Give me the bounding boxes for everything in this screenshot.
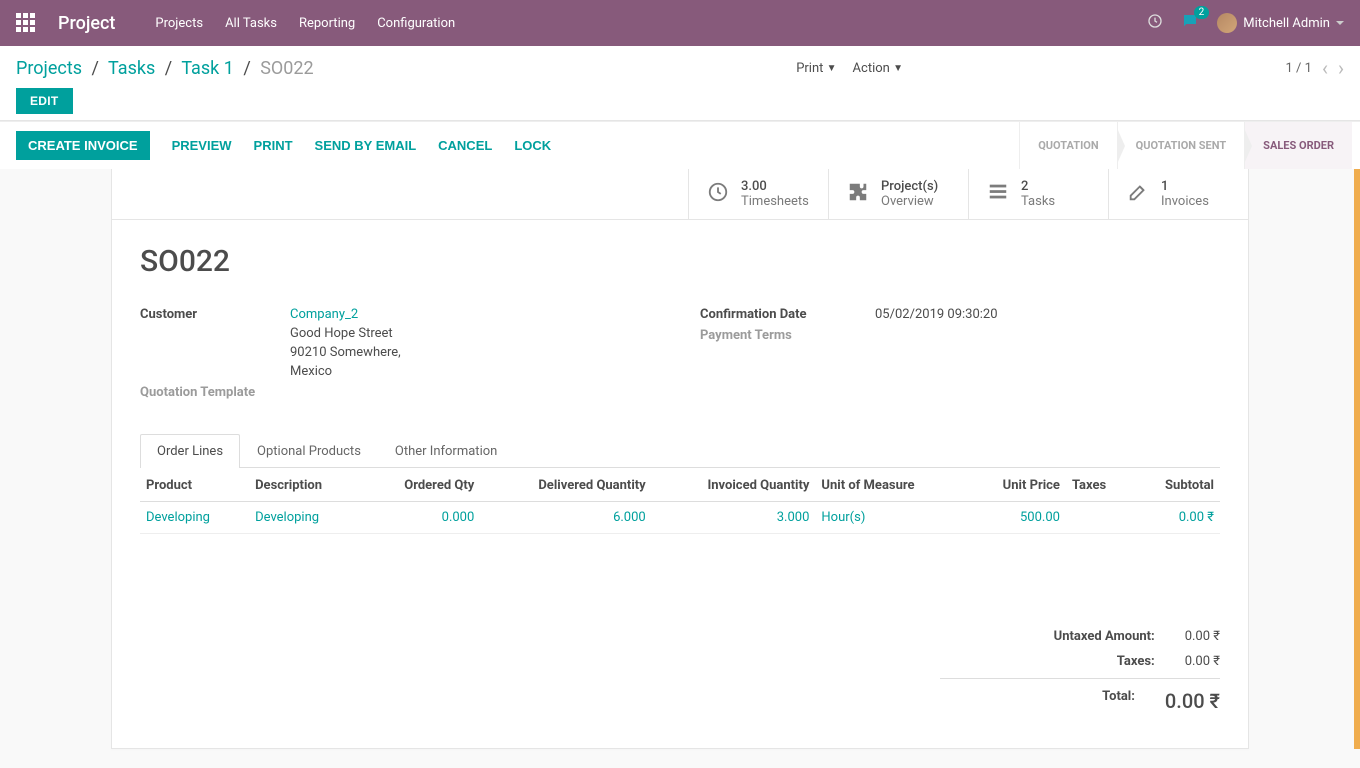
top-navbar: Project Projects All Tasks Reporting Con… [0, 0, 1360, 46]
table-row[interactable]: Developing Developing 0.000 6.000 3.000 … [140, 502, 1220, 534]
taxes-value: 0.00 ₹ [1185, 654, 1220, 669]
pager-next-icon[interactable]: › [1338, 56, 1344, 80]
cell-ordered-qty: 0.000 [362, 502, 480, 534]
tab-other-information[interactable]: Other Information [378, 434, 514, 468]
record-title: SO022 [140, 244, 1220, 279]
cell-description: Developing [249, 502, 362, 534]
breadcrumb-tasks[interactable]: Tasks [108, 58, 155, 79]
cell-invoiced-qty: 3.000 [652, 502, 816, 534]
action-row: CREATE INVOICE PREVIEW PRINT SEND BY EMA… [0, 121, 1360, 169]
stat-timesheets[interactable]: 3.00Timesheets [688, 169, 828, 219]
col-description: Description [249, 468, 362, 502]
cell-taxes [1066, 502, 1132, 534]
puzzle-icon [847, 181, 869, 207]
payment-terms-label: Payment Terms [700, 328, 875, 343]
stat-buttons: 3.00Timesheets Project(s)Overview 2Tasks… [112, 169, 1248, 220]
confirmation-date-label: Confirmation Date [700, 307, 875, 322]
apps-icon[interactable] [16, 13, 36, 33]
breadcrumb-active: SO022 [260, 58, 313, 79]
send-by-email-button[interactable]: SEND BY EMAIL [315, 138, 417, 153]
cell-uom: Hour(s) [815, 502, 966, 534]
customer-address-line3: Mexico [290, 364, 332, 379]
total-label: Total: [940, 689, 1135, 713]
status-sales-order[interactable]: SALES ORDER [1244, 122, 1352, 169]
pencil-square-icon [1127, 181, 1149, 207]
preview-button[interactable]: PREVIEW [172, 138, 232, 153]
order-lines-table: Product Description Ordered Qty Delivere… [140, 468, 1220, 534]
pager-prev-icon[interactable]: ‹ [1322, 56, 1328, 80]
col-invoiced-qty: Invoiced Quantity [652, 468, 816, 502]
chevron-down-icon [1336, 21, 1344, 25]
chatter-indicator[interactable] [1354, 169, 1360, 749]
nav-menu-projects[interactable]: Projects [155, 16, 203, 31]
avatar [1217, 13, 1237, 33]
col-uom: Unit of Measure [815, 468, 966, 502]
breadcrumb-task-1[interactable]: Task 1 [181, 58, 234, 79]
taxes-label: Taxes: [940, 654, 1155, 669]
clock-icon[interactable] [1147, 13, 1163, 33]
col-subtotal: Subtotal [1132, 468, 1220, 502]
user-name: Mitchell Admin [1243, 16, 1330, 31]
print-dropdown[interactable]: Print ▼ [796, 61, 836, 76]
col-delivered-qty: Delivered Quantity [480, 468, 651, 502]
table-header-row: Product Description Ordered Qty Delivere… [140, 468, 1220, 502]
cancel-button[interactable]: CANCEL [438, 138, 492, 153]
customer-address-line2: 90210 Somewhere, [290, 345, 401, 360]
lock-button[interactable]: LOCK [514, 138, 551, 153]
stat-projects[interactable]: Project(s)Overview [828, 169, 968, 219]
tasks-icon [987, 181, 1009, 207]
action-dropdown[interactable]: Action ▼ [853, 61, 903, 76]
col-product: Product [140, 468, 249, 502]
customer-address-line1: Good Hope Street [290, 326, 393, 341]
status-bar: QUOTATION QUOTATION SENT SALES ORDER [1019, 122, 1352, 169]
sheet-background: 3.00Timesheets Project(s)Overview 2Tasks… [0, 169, 1360, 749]
cell-unit-price: 500.00 [966, 502, 1066, 534]
control-panel: Projects / Tasks / Task 1 / SO022 Print … [0, 46, 1360, 121]
customer-link[interactable]: Company_2 [290, 307, 358, 322]
col-unit-price: Unit Price [966, 468, 1066, 502]
pager: 1 / 1 [1286, 61, 1312, 76]
notebook-tabs: Order Lines Optional Products Other Info… [140, 434, 1220, 468]
breadcrumb-projects[interactable]: Projects [16, 58, 82, 79]
conversations-icon[interactable]: 2 [1181, 12, 1199, 34]
quotation-template-label: Quotation Template [140, 385, 290, 400]
nav-menu-reporting[interactable]: Reporting [299, 16, 355, 31]
clock-icon [707, 181, 729, 207]
tab-order-lines[interactable]: Order Lines [140, 434, 240, 468]
totals: Untaxed Amount: 0.00 ₹ Taxes: 0.00 ₹ Tot… [940, 624, 1220, 718]
breadcrumb: Projects / Tasks / Task 1 / SO022 [16, 58, 314, 79]
conversations-badge: 2 [1194, 6, 1210, 19]
stat-invoices[interactable]: 1Invoices [1108, 169, 1248, 219]
cell-product[interactable]: Developing [140, 502, 249, 534]
untaxed-amount-value: 0.00 ₹ [1185, 629, 1220, 644]
nav-menu-configuration[interactable]: Configuration [377, 16, 455, 31]
status-quotation-sent[interactable]: QUOTATION SENT [1117, 122, 1245, 169]
untaxed-amount-label: Untaxed Amount: [940, 629, 1155, 644]
total-value: 0.00 ₹ [1165, 689, 1220, 713]
customer-label: Customer [140, 307, 290, 322]
user-menu[interactable]: Mitchell Admin [1217, 13, 1344, 33]
stat-tasks[interactable]: 2Tasks [968, 169, 1108, 219]
confirmation-date-value: 05/02/2019 09:30:20 [875, 307, 998, 322]
cell-subtotal: 0.00 ₹ [1132, 502, 1220, 534]
col-ordered-qty: Ordered Qty [362, 468, 480, 502]
nav-menu: Projects All Tasks Reporting Configurati… [155, 16, 455, 31]
app-brand[interactable]: Project [58, 13, 115, 34]
edit-button[interactable]: EDIT [16, 88, 73, 114]
print-button[interactable]: PRINT [254, 138, 293, 153]
form-sheet: 3.00Timesheets Project(s)Overview 2Tasks… [111, 169, 1249, 749]
tab-optional-products[interactable]: Optional Products [240, 434, 378, 468]
cell-delivered-qty: 6.000 [480, 502, 651, 534]
col-taxes: Taxes [1066, 468, 1132, 502]
create-invoice-button[interactable]: CREATE INVOICE [16, 131, 150, 160]
status-quotation[interactable]: QUOTATION [1019, 122, 1116, 169]
nav-menu-all-tasks[interactable]: All Tasks [225, 16, 277, 31]
